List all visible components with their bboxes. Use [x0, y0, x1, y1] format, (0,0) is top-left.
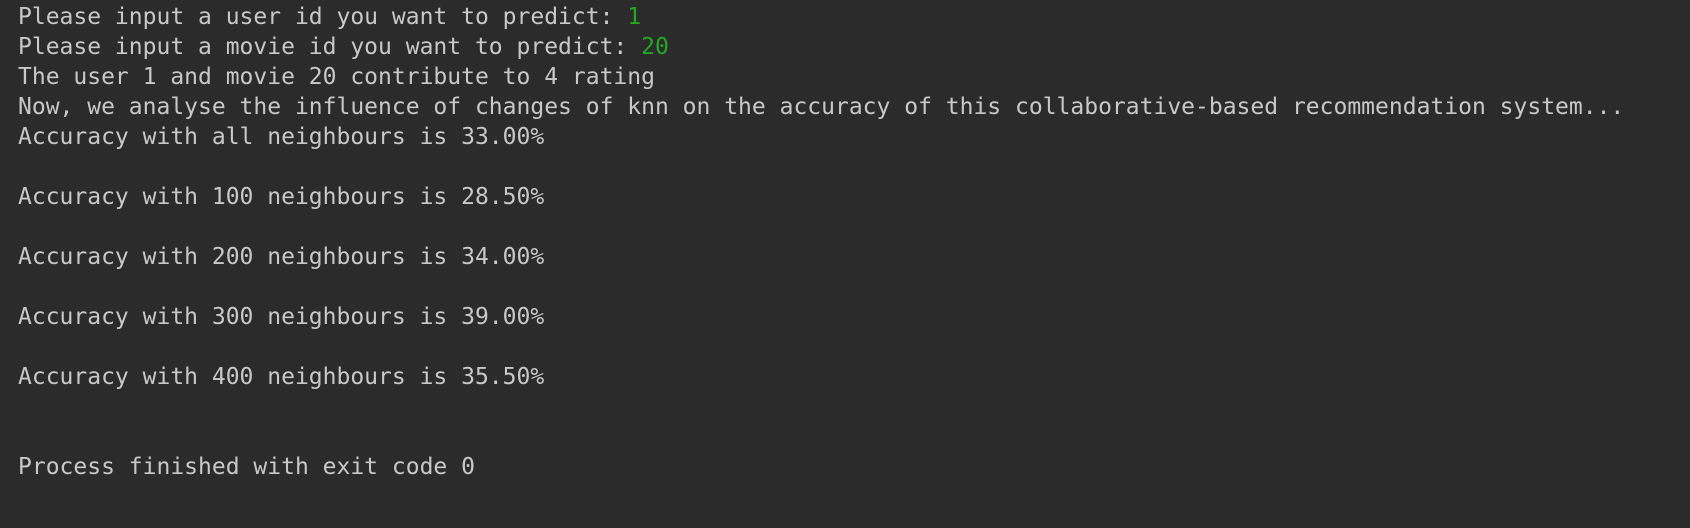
- analysis-line: Now, we analyse the influence of changes…: [18, 94, 1625, 120]
- accuracy-line-200: Accuracy with 200 neighbours is 34.00%: [18, 244, 545, 270]
- exit-status-line: Process finished with exit code 0: [18, 454, 475, 480]
- accuracy-line-100: Accuracy with 100 neighbours is 28.50%: [18, 184, 545, 210]
- prompt-movie-text: Please input a movie id you want to pred…: [18, 34, 642, 60]
- user-id-input-value: 1: [627, 4, 642, 30]
- rating-line: The user 1 and movie 20 contribute to 4 …: [18, 64, 655, 90]
- accuracy-line-400: Accuracy with 400 neighbours is 35.50%: [18, 364, 545, 390]
- accuracy-line-all: Accuracy with all neighbours is 33.00%: [18, 124, 545, 150]
- prompt-user-line: Please input a user id you want to predi…: [18, 2, 1690, 32]
- console-output[interactable]: Please input a user id you want to predi…: [0, 0, 1690, 528]
- movie-id-input-value: 20: [641, 34, 669, 60]
- accuracy-line-300: Accuracy with 300 neighbours is 39.00%: [18, 304, 545, 330]
- prompt-user-text: Please input a user id you want to predi…: [18, 4, 628, 30]
- prompt-movie-line: Please input a movie id you want to pred…: [18, 32, 1690, 62]
